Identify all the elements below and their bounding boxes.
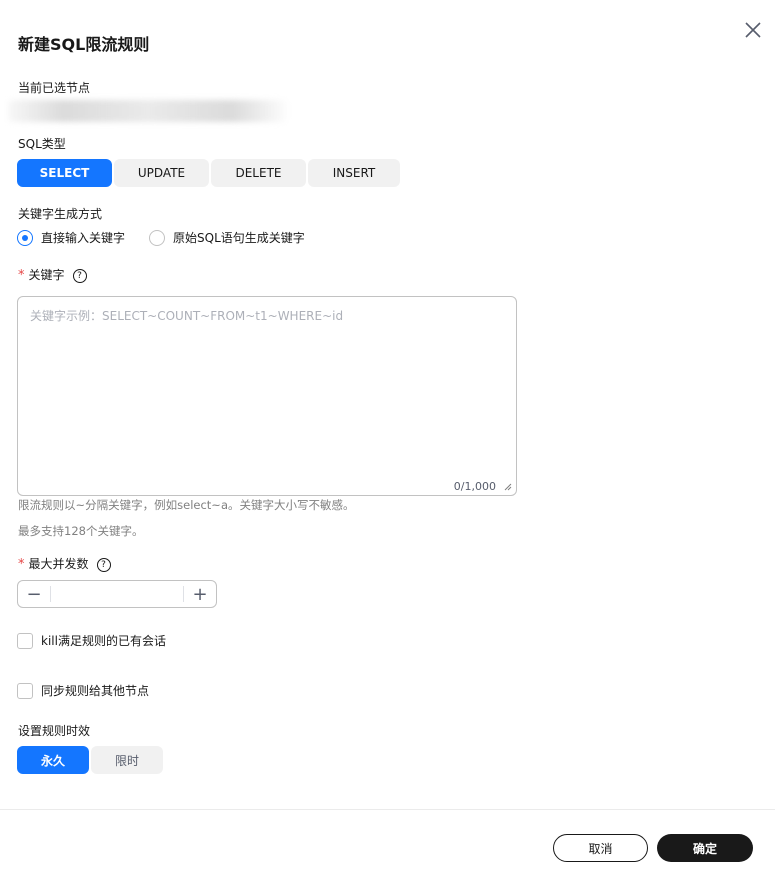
minus-button[interactable]: − bbox=[18, 581, 50, 607]
radio-direct-input-circle[interactable] bbox=[17, 229, 33, 246]
kill-sessions-label: kill满足规则的已有会话 bbox=[41, 634, 166, 648]
radio-direct-input-label: 直接输入关键字 bbox=[41, 231, 126, 245]
keyword-label: 关键字 bbox=[28, 268, 65, 282]
radio-from-sql-label: 原始SQL语句生成关键字 bbox=[173, 231, 305, 245]
sync-nodes-checkbox[interactable] bbox=[17, 682, 33, 699]
keyword-hint-1: 限流规则以~分隔关键字，例如select~a。关键字大小写不敏感。 bbox=[18, 498, 355, 512]
footer-divider bbox=[0, 809, 775, 810]
required-mark: * bbox=[18, 268, 25, 283]
node-value-redacted bbox=[8, 100, 288, 122]
sql-type-delete[interactable]: DELETE bbox=[211, 159, 306, 187]
sync-nodes-label: 同步规则给其他节点 bbox=[41, 684, 150, 698]
help-icon[interactable]: ? bbox=[96, 557, 111, 572]
resize-handle-icon[interactable] bbox=[504, 483, 512, 491]
keyword-mode-radio-group: 直接输入关键字 原始SQL语句生成关键字 bbox=[17, 229, 329, 246]
node-label: 当前已选节点 bbox=[18, 81, 91, 95]
validity-limited[interactable]: 限时 bbox=[91, 746, 163, 774]
validity-permanent[interactable]: 永久 bbox=[17, 746, 89, 774]
radio-from-sql-circle[interactable] bbox=[149, 229, 166, 246]
sql-type-insert[interactable]: INSERT bbox=[308, 159, 400, 187]
plus-button[interactable]: + bbox=[184, 581, 216, 607]
sql-type-update[interactable]: UPDATE bbox=[114, 159, 209, 187]
sql-type-select[interactable]: SELECT bbox=[17, 159, 112, 187]
keyword-mode-label: 关键字生成方式 bbox=[18, 207, 103, 221]
close-icon[interactable] bbox=[742, 19, 764, 41]
kill-sessions-checkbox-row[interactable]: kill满足规则的已有会话 bbox=[17, 632, 166, 649]
sync-nodes-checkbox-row[interactable]: 同步规则给其他节点 bbox=[17, 682, 149, 699]
sql-type-label: SQL类型 bbox=[18, 137, 66, 151]
cancel-button[interactable]: 取消 bbox=[553, 834, 648, 862]
radio-direct-input[interactable]: 直接输入关键字 bbox=[17, 229, 125, 246]
max-concurrency-label-row: * 最大并发数? bbox=[18, 555, 111, 572]
dialog-title: 新建SQL限流规则 bbox=[18, 35, 150, 54]
keyword-textarea[interactable]: 关键字示例：SELECT~COUNT~FROM~t1~WHERE~id 0/1,… bbox=[17, 296, 517, 496]
validity-label: 设置规则时效 bbox=[18, 724, 91, 738]
keyword-label-row: * 关键字? bbox=[18, 266, 87, 283]
required-mark: * bbox=[18, 557, 25, 572]
confirm-button[interactable]: 确定 bbox=[657, 834, 753, 862]
keyword-textarea-placeholder: 关键字示例：SELECT~COUNT~FROM~t1~WHERE~id bbox=[30, 309, 344, 323]
kill-sessions-checkbox[interactable] bbox=[17, 632, 33, 649]
radio-from-sql[interactable]: 原始SQL语句生成关键字 bbox=[149, 229, 305, 246]
keyword-hint-2: 最多支持128个关键字。 bbox=[18, 524, 144, 538]
max-concurrency-input[interactable] bbox=[50, 586, 184, 602]
max-concurrency-stepper: − + bbox=[17, 580, 217, 608]
max-concurrency-label: 最大并发数 bbox=[28, 557, 89, 571]
help-icon[interactable]: ? bbox=[72, 268, 87, 283]
keyword-char-count: 0/1,000 bbox=[453, 480, 496, 493]
